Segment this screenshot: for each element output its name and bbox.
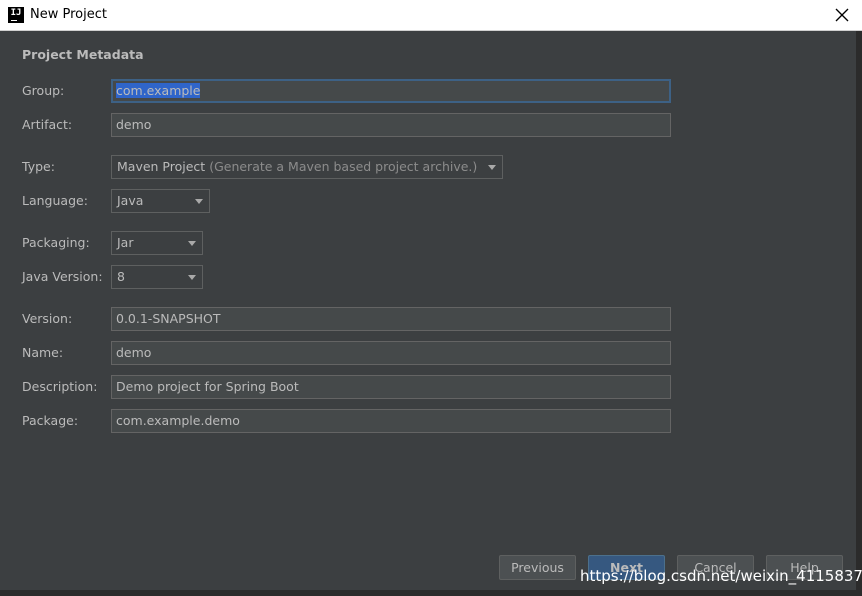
language-value: Java [117, 193, 144, 208]
packaging-dropdown[interactable]: Jar [111, 231, 203, 255]
name-field[interactable]: demo [111, 341, 671, 365]
chevron-down-icon [188, 275, 196, 280]
description-field[interactable]: Demo project for Spring Boot [111, 375, 671, 399]
packaging-label: Packaging: [22, 235, 90, 250]
name-label: Name: [22, 345, 64, 360]
package-field[interactable]: com.example.demo [111, 409, 671, 433]
java-version-value: 8 [117, 269, 125, 284]
type-label: Type: [22, 159, 55, 174]
language-dropdown[interactable]: Java [111, 189, 210, 213]
window-title: New Project [30, 7, 107, 22]
artifact-label: Artifact: [22, 117, 73, 132]
type-value: Maven Project [117, 159, 206, 174]
previous-button[interactable]: Previous [499, 555, 576, 580]
type-hint: (Generate a Maven based project archive.… [209, 159, 478, 174]
description-label: Description: [22, 379, 98, 394]
version-field[interactable]: 0.0.1-SNAPSHOT [111, 307, 671, 331]
intellij-logo-icon: IJ [8, 7, 24, 23]
chevron-down-icon [188, 241, 196, 246]
artifact-field[interactable]: demo [111, 113, 671, 137]
group-field[interactable]: com.example [111, 79, 671, 103]
packaging-value: Jar [117, 235, 134, 250]
group-label: Group: [22, 83, 65, 98]
java-version-dropdown[interactable]: 8 [111, 265, 203, 289]
chevron-down-icon [195, 199, 203, 204]
window-edge-bottom [0, 590, 862, 596]
section-title: Project Metadata [22, 47, 144, 62]
package-label: Package: [22, 413, 79, 428]
version-label: Version: [22, 311, 73, 326]
language-label: Language: [22, 193, 88, 208]
type-dropdown[interactable]: Maven Project (Generate a Maven based pr… [111, 155, 503, 179]
watermark: https://blog.csdn.net/weixin_41158378 [580, 567, 862, 585]
title-bar: IJ New Project [0, 0, 862, 31]
group-value: com.example [116, 83, 201, 98]
java-version-label: Java Version: [22, 269, 103, 284]
close-icon[interactable] [832, 5, 852, 25]
chevron-down-icon [488, 165, 496, 170]
window-edge [856, 31, 862, 596]
